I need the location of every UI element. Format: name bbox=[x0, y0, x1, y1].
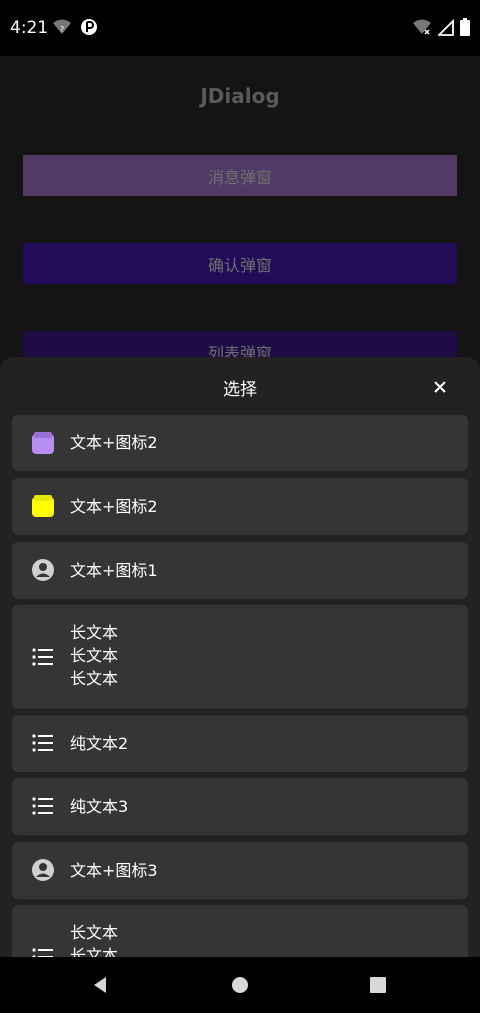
confirm-dialog-button[interactable]: 确认弹窗 bbox=[23, 243, 457, 284]
list-item[interactable]: 长文本 长文本 长文本 bbox=[12, 605, 468, 709]
yellow-box-icon bbox=[30, 493, 56, 519]
selection-bottom-sheet: 选择 文本+图标2 文本+图标2 文本+图标1 长文本 长文本 长文本 纯文本2… bbox=[0, 357, 480, 957]
list-icon bbox=[30, 944, 56, 957]
list-item-label: 文本+图标2 bbox=[70, 497, 158, 516]
wifi-off-icon bbox=[412, 18, 432, 40]
account-circle-icon bbox=[30, 857, 56, 883]
account-circle-icon bbox=[30, 557, 56, 583]
list-item[interactable]: 纯文本3 bbox=[12, 778, 468, 835]
list-item-label: 文本+图标2 bbox=[70, 433, 158, 452]
list-item[interactable]: 文本+图标1 bbox=[12, 542, 468, 599]
home-icon[interactable] bbox=[228, 973, 252, 997]
list-item-label: 纯文本3 bbox=[70, 797, 129, 816]
list-item-label: 长文本 长文本 bbox=[70, 923, 119, 957]
list-item-label: 文本+图标3 bbox=[70, 861, 158, 880]
wifi-question-icon: ? bbox=[52, 18, 72, 40]
app-notification-icon bbox=[80, 18, 98, 40]
list-icon bbox=[30, 644, 56, 670]
list-item[interactable]: 长文本 长文本 bbox=[12, 905, 468, 957]
signal-icon bbox=[436, 18, 454, 40]
sheet-title: 选择 bbox=[223, 380, 257, 400]
list-item-label: 纯文本2 bbox=[70, 734, 129, 753]
app-title: JDialog bbox=[200, 84, 280, 108]
close-icon[interactable] bbox=[428, 375, 452, 399]
list-icon bbox=[30, 793, 56, 819]
status-bar: 4:21 ? bbox=[0, 0, 480, 56]
status-time: 4:21 bbox=[10, 18, 49, 38]
battery-icon bbox=[460, 18, 470, 40]
recents-icon[interactable] bbox=[366, 973, 390, 997]
purple-box-icon bbox=[30, 430, 56, 456]
list-item[interactable]: 纯文本2 bbox=[12, 715, 468, 772]
svg-text:?: ? bbox=[60, 25, 64, 34]
message-dialog-button[interactable]: 消息弹窗 bbox=[23, 155, 457, 196]
back-icon[interactable] bbox=[88, 973, 112, 997]
list-item-label: 长文本 长文本 长文本 bbox=[70, 623, 119, 688]
list-icon bbox=[30, 730, 56, 756]
list-item[interactable]: 文本+图标2 bbox=[12, 478, 468, 535]
navigation-bar bbox=[0, 957, 480, 1013]
list-item[interactable]: 文本+图标3 bbox=[12, 842, 468, 899]
list-item-label: 文本+图标1 bbox=[70, 561, 158, 580]
list-item[interactable]: 文本+图标2 bbox=[12, 415, 468, 471]
